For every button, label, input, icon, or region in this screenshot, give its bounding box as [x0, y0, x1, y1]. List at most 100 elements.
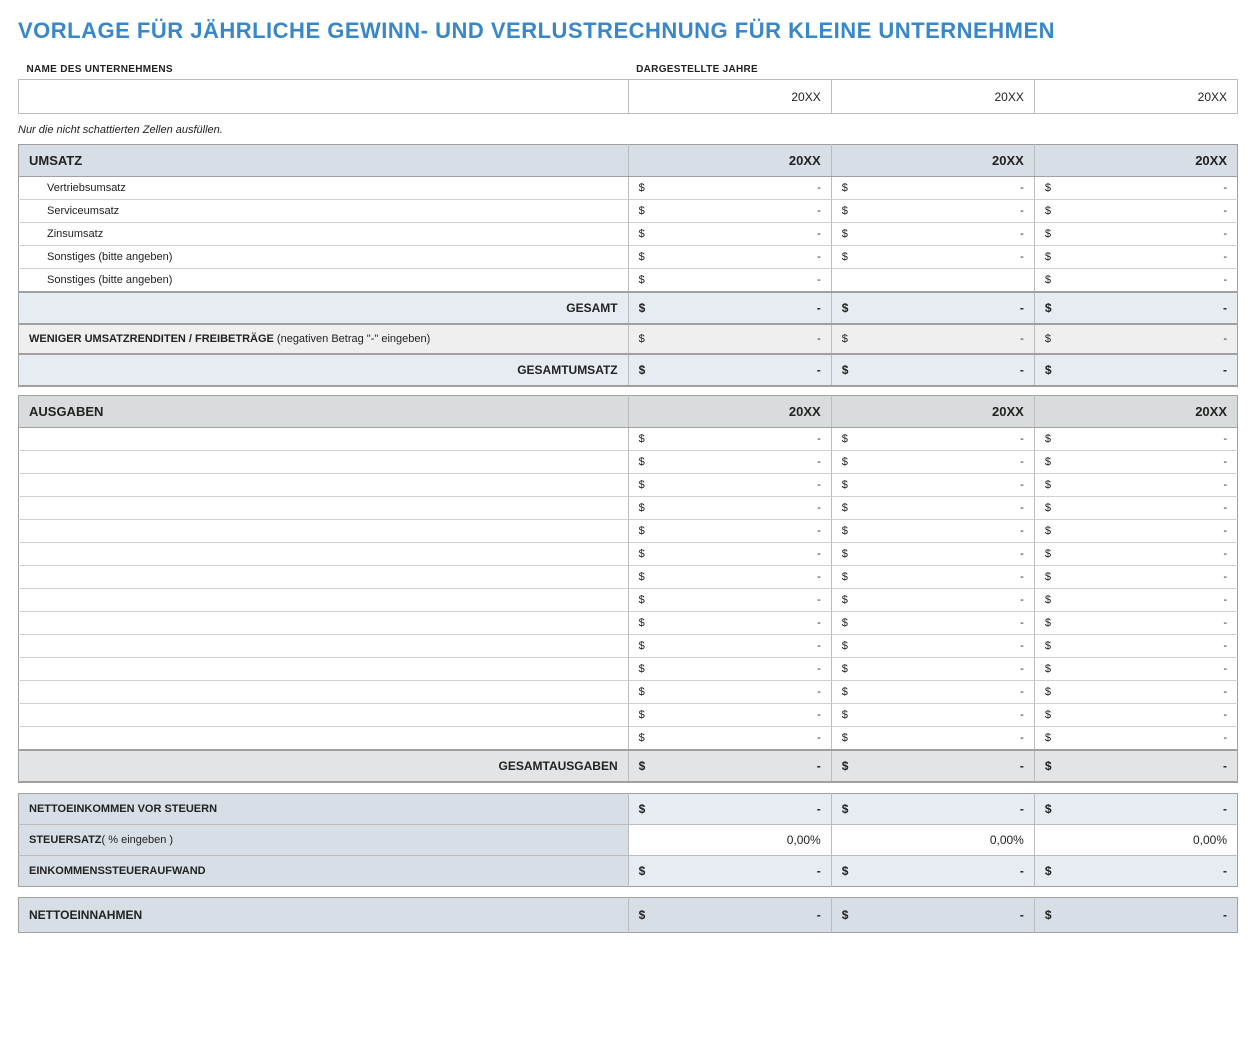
expense-row-value[interactable]: $-: [831, 704, 1034, 727]
year-1-input[interactable]: 20XX: [628, 80, 831, 114]
revenue-row-label[interactable]: Sonstiges (bitte angeben): [19, 246, 629, 269]
revenue-total-value: $-: [1034, 292, 1237, 324]
expense-row-value[interactable]: $-: [628, 658, 831, 681]
expense-row-value[interactable]: $-: [1034, 658, 1237, 681]
expense-row-value[interactable]: $-: [1034, 428, 1237, 451]
expense-row-value[interactable]: $-: [831, 474, 1034, 497]
expenses-total-label: GESAMTAUSGABEN: [19, 750, 629, 782]
revenue-row-value[interactable]: $-: [1034, 200, 1237, 223]
expense-row-value[interactable]: $-: [1034, 727, 1237, 751]
less-returns-value[interactable]: $-: [831, 324, 1034, 354]
revenue-row-label[interactable]: Sonstiges (bitte angeben): [19, 269, 629, 293]
revenue-grand-total-value: $-: [628, 354, 831, 386]
tax-rate-input[interactable]: 0,00%: [831, 825, 1034, 856]
expense-row-label[interactable]: [19, 612, 629, 635]
expense-row-value[interactable]: $-: [831, 451, 1034, 474]
expense-row-value[interactable]: $-: [1034, 635, 1237, 658]
tax-rate-input[interactable]: 0,00%: [628, 825, 831, 856]
revenue-year-3: 20XX: [1034, 145, 1237, 177]
expense-row-label[interactable]: [19, 658, 629, 681]
expense-row-value[interactable]: $-: [1034, 543, 1237, 566]
year-3-input[interactable]: 20XX: [1034, 80, 1237, 114]
expense-row-value[interactable]: $-: [628, 451, 831, 474]
expense-row-label[interactable]: [19, 543, 629, 566]
expense-row-label[interactable]: [19, 681, 629, 704]
revenue-row-label[interactable]: Zinsumsatz: [19, 223, 629, 246]
revenue-row-value[interactable]: $-: [1034, 269, 1237, 293]
expense-row-value[interactable]: $-: [1034, 497, 1237, 520]
tax-expense-value: $-: [831, 856, 1034, 887]
expense-row-value[interactable]: $-: [831, 727, 1034, 751]
revenue-row-value[interactable]: $-: [628, 200, 831, 223]
expense-row-label[interactable]: [19, 428, 629, 451]
expense-row-value[interactable]: $-: [628, 497, 831, 520]
revenue-row-value[interactable]: $-: [831, 200, 1034, 223]
expense-row-label[interactable]: [19, 497, 629, 520]
expense-row-label[interactable]: [19, 566, 629, 589]
expense-row-value[interactable]: $-: [831, 543, 1034, 566]
expense-row-value[interactable]: $-: [628, 474, 831, 497]
expense-row-value[interactable]: $-: [628, 727, 831, 751]
expense-row-value[interactable]: $-: [831, 589, 1034, 612]
expense-row-label[interactable]: [19, 589, 629, 612]
revenue-total-value: $-: [628, 292, 831, 324]
revenue-total-value: $-: [831, 292, 1034, 324]
revenue-row-value[interactable]: $-: [831, 177, 1034, 200]
revenue-row-value[interactable]: $-: [628, 223, 831, 246]
expense-row-value[interactable]: $-: [628, 704, 831, 727]
expense-row-value[interactable]: $-: [628, 543, 831, 566]
tax-expense-label: EINKOMMENSSTEUERAUFWAND: [19, 856, 629, 887]
revenue-row-value[interactable]: $-: [831, 246, 1034, 269]
revenue-row-value[interactable]: [831, 269, 1034, 293]
expense-row-value[interactable]: $-: [628, 589, 831, 612]
fill-note: Nur die nicht schattierten Zellen ausfül…: [18, 124, 1238, 136]
expense-row-value[interactable]: $-: [1034, 474, 1237, 497]
expense-row-label[interactable]: [19, 727, 629, 751]
expense-row-value[interactable]: $-: [831, 520, 1034, 543]
expense-row-value[interactable]: $-: [831, 428, 1034, 451]
expense-row-value[interactable]: $-: [628, 612, 831, 635]
revenue-row-value[interactable]: $-: [628, 177, 831, 200]
expense-row-value[interactable]: $-: [628, 428, 831, 451]
year-2-input[interactable]: 20XX: [831, 80, 1034, 114]
expense-row-value[interactable]: $-: [628, 520, 831, 543]
revenue-row-value[interactable]: $-: [628, 269, 831, 293]
expense-row-value[interactable]: $-: [1034, 589, 1237, 612]
expense-row-value[interactable]: $-: [1034, 612, 1237, 635]
expense-row-value[interactable]: $-: [628, 681, 831, 704]
expense-row-value[interactable]: $-: [1034, 520, 1237, 543]
revenue-row-value[interactable]: $-: [1034, 246, 1237, 269]
net-income-value: $-: [1034, 898, 1237, 933]
expense-row-value[interactable]: $-: [831, 658, 1034, 681]
expense-row-label[interactable]: [19, 474, 629, 497]
expense-row-label[interactable]: [19, 451, 629, 474]
expenses-year-1: 20XX: [628, 396, 831, 428]
revenue-row-label[interactable]: Vertriebsumsatz: [19, 177, 629, 200]
expense-row-value[interactable]: $-: [831, 635, 1034, 658]
pre-tax-value: $-: [1034, 794, 1237, 825]
expense-row-value[interactable]: $-: [831, 566, 1034, 589]
revenue-row-value[interactable]: $-: [1034, 177, 1237, 200]
expense-row-value[interactable]: $-: [628, 566, 831, 589]
revenue-row-value[interactable]: $-: [628, 246, 831, 269]
company-name-input[interactable]: [19, 80, 629, 114]
expense-row-value[interactable]: $-: [628, 635, 831, 658]
less-returns-value[interactable]: $-: [628, 324, 831, 354]
net-income-section: NETTOEINNAHMEN $- $- $-: [18, 897, 1238, 933]
expense-row-label[interactable]: [19, 635, 629, 658]
expense-row-value[interactable]: $-: [1034, 704, 1237, 727]
less-returns-value[interactable]: $-: [1034, 324, 1237, 354]
expense-row-value[interactable]: $-: [1034, 681, 1237, 704]
expense-row-label[interactable]: [19, 520, 629, 543]
expense-row-value[interactable]: $-: [831, 681, 1034, 704]
revenue-row-value[interactable]: $-: [831, 223, 1034, 246]
expense-row-value[interactable]: $-: [1034, 451, 1237, 474]
less-returns-label: WENIGER UMSATZRENDITEN / FREIBETRÄGE (ne…: [19, 324, 629, 354]
expense-row-value[interactable]: $-: [1034, 566, 1237, 589]
revenue-row-label[interactable]: Serviceumsatz: [19, 200, 629, 223]
expense-row-label[interactable]: [19, 704, 629, 727]
tax-rate-input[interactable]: 0,00%: [1034, 825, 1237, 856]
revenue-row-value[interactable]: $-: [1034, 223, 1237, 246]
expense-row-value[interactable]: $-: [831, 612, 1034, 635]
expense-row-value[interactable]: $-: [831, 497, 1034, 520]
